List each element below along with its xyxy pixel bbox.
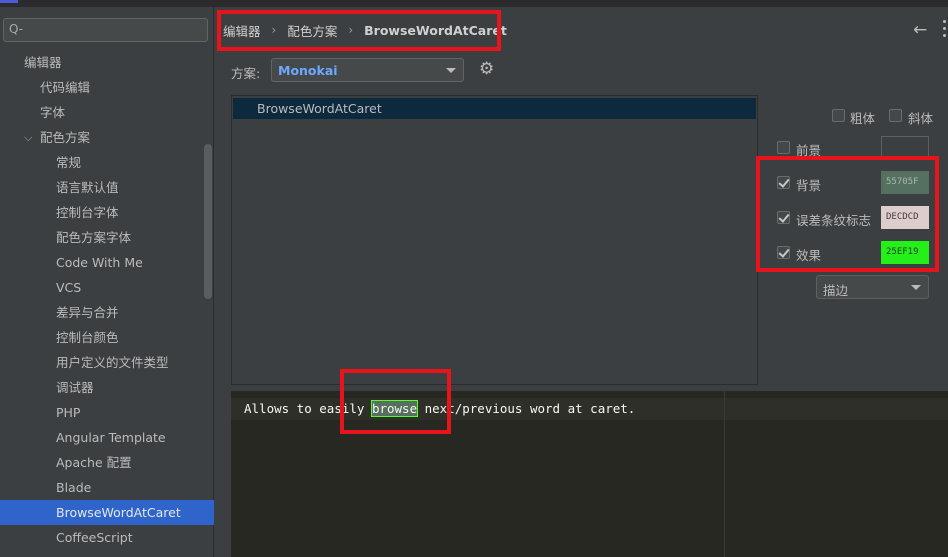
scheme-dropdown-value: Monokai: [278, 63, 338, 78]
sidebar-item[interactable]: ⌵ 配色方案: [0, 125, 214, 150]
annotation-highlight-box: [756, 156, 939, 272]
sidebar-item[interactable]: 代码编辑: [0, 75, 214, 100]
sidebar-item-label: BrowseWordAtCaret: [56, 505, 181, 520]
effect-type-dropdown[interactable]: 描边: [816, 275, 929, 299]
preview-editor[interactable]: Allows to easily browse next/previous wo…: [231, 391, 948, 557]
sidebar-item-label: 代码编辑: [40, 80, 91, 95]
sidebar-item[interactable]: 差异与合并: [0, 300, 214, 325]
italic-label: 斜体: [908, 111, 934, 126]
window-top-strip: [0, 0, 948, 7]
sidebar-item[interactable]: 控制台颜色: [0, 325, 214, 350]
effect-type-value: 描边: [823, 283, 849, 298]
chevron-down-icon[interactable]: ⌵: [24, 125, 36, 150]
italic-checkbox[interactable]: [889, 109, 902, 122]
sidebar-item[interactable]: BrowseWordAtCaret: [0, 500, 214, 525]
sidebar-item-label: 编辑器: [24, 55, 62, 70]
sidebar-item-label: Blade: [56, 480, 92, 495]
settings-search-input[interactable]: Q-: [3, 18, 208, 42]
chevron-down-icon: [446, 68, 456, 73]
back-arrow-icon[interactable]: ←: [913, 20, 927, 40]
sidebar-item-label: 语言默认值: [56, 180, 119, 195]
annotation-highlight-box: [340, 369, 451, 434]
sidebar-item[interactable]: Apache 配置: [0, 450, 214, 475]
sidebar-item[interactable]: 调试器: [0, 375, 214, 400]
bold-label: 粗体: [850, 111, 876, 126]
app-accent: [0, 0, 18, 3]
sidebar-item[interactable]: 字体: [0, 100, 214, 125]
right-margin-guide: [724, 391, 725, 557]
gear-icon[interactable]: ⚙: [479, 59, 494, 79]
sidebar-item-label: 用户定义的文件类型: [56, 355, 169, 370]
settings-sidebar: Q- 编辑器代码编辑字体 ⌵ 配色方案常规语言默认值控制台字体配色方案字体 Code …: [0, 7, 214, 557]
sidebar-item[interactable]: 用户定义的文件类型: [0, 350, 214, 375]
more-options-icon[interactable]: [943, 18, 948, 38]
sidebar-item[interactable]: 编辑器: [0, 50, 214, 75]
sidebar-item-label: 控制台颜色: [56, 330, 119, 345]
sidebar-item-label: Angular Template: [56, 430, 166, 445]
sidebar-item-label: 调试器: [56, 380, 94, 395]
sidebar-item[interactable]: 常规: [0, 150, 214, 175]
attribute-list: BrowseWordAtCaret: [231, 95, 758, 385]
settings-main-panel: 编辑器 › 配色方案 › BrowseWordAtCaret ← 方案: Mon…: [215, 7, 948, 557]
sidebar-item-label: VCS: [56, 280, 82, 295]
sidebar-item-label: PHP: [56, 405, 81, 420]
sidebar-item-label: 常规: [56, 155, 82, 170]
sidebar-item-label: 控制台字体: [56, 205, 119, 220]
sidebar-item[interactable]: Code With Me: [0, 250, 214, 275]
sidebar-item[interactable]: Angular Template: [0, 425, 214, 450]
sidebar-item-label: 字体: [40, 105, 66, 120]
sidebar-scrollbar[interactable]: [204, 144, 212, 299]
sidebar-item[interactable]: 配色方案字体: [0, 225, 214, 250]
scheme-label: 方案:: [231, 66, 261, 81]
sidebar-item[interactable]: VCS: [0, 275, 214, 300]
sidebar-item[interactable]: CoffeeScript: [0, 525, 214, 550]
sidebar-item[interactable]: 控制台字体: [0, 200, 214, 225]
search-icon: Q-: [9, 22, 24, 36]
sidebar-item-label: CoffeeScript: [56, 530, 133, 545]
foreground-checkbox[interactable]: [777, 141, 790, 154]
list-item[interactable]: BrowseWordAtCaret: [233, 98, 756, 119]
sidebar-item-label: Apache 配置: [56, 455, 132, 470]
sidebar-item[interactable]: 语言默认值: [0, 175, 214, 200]
sidebar-item-label: 配色方案字体: [56, 230, 132, 245]
scheme-dropdown[interactable]: Monokai: [271, 58, 464, 82]
settings-tree: 编辑器代码编辑字体 ⌵ 配色方案常规语言默认值控制台字体配色方案字体 Code Wit…: [0, 50, 214, 550]
sidebar-item[interactable]: Blade: [0, 475, 214, 500]
sidebar-item-label: 差异与合并: [56, 305, 119, 320]
sidebar-item-label: 配色方案: [40, 130, 91, 145]
annotation-highlight-box: [217, 10, 501, 51]
sidebar-item-label: Code With Me: [56, 255, 143, 270]
sidebar-item[interactable]: PHP: [0, 400, 214, 425]
chevron-down-icon: [911, 285, 921, 290]
bold-checkbox[interactable]: [832, 109, 845, 122]
